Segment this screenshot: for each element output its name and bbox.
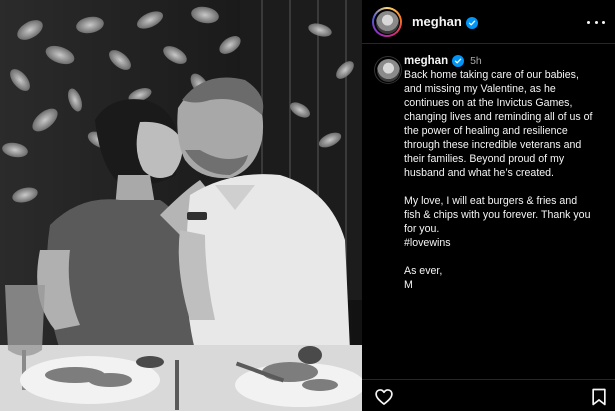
caption-paragraph-2: My love, I will eat burgers & fries and … <box>404 195 591 249</box>
caption-paragraph-1: Back home taking care of our babies, and… <box>404 69 593 179</box>
bookmark-icon[interactable] <box>589 387 609 407</box>
post-photo[interactable] <box>0 0 362 411</box>
caption-paragraph-3: As ever, M <box>404 265 443 291</box>
verified-badge-icon <box>452 55 465 68</box>
caption-text: meghan 5h Back home taking care of our ba… <box>404 54 609 292</box>
caption-header: meghan 5h <box>404 54 609 68</box>
verified-badge-icon <box>465 16 478 29</box>
post-photo-image <box>0 0 362 411</box>
heart-icon[interactable] <box>374 387 394 407</box>
post-timestamp[interactable]: 5h <box>470 55 482 67</box>
caption-username[interactable]: meghan <box>404 55 448 67</box>
more-options-icon[interactable] <box>587 14 605 30</box>
instagram-post: meghan meghan 5h Back home taking care of… <box>0 0 615 411</box>
profile-avatar-icon[interactable] <box>372 7 402 37</box>
post-header: meghan <box>362 0 615 44</box>
header-username-text[interactable]: meghan <box>412 14 462 29</box>
post-actions <box>362 379 615 411</box>
header-username[interactable]: meghan <box>412 14 478 29</box>
post-side-panel: meghan meghan 5h Back home taking care of… <box>362 0 615 411</box>
caption-avatar-icon[interactable] <box>374 56 402 84</box>
